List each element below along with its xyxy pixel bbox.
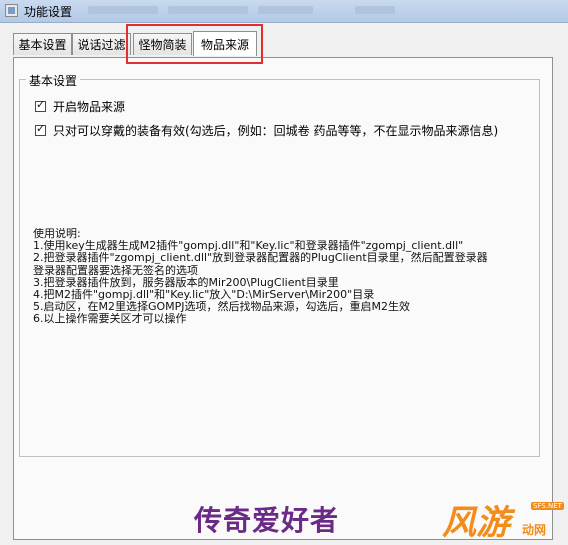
wearable-only-checkbox[interactable] <box>35 122 46 136</box>
title-blurred-text <box>355 6 395 14</box>
wearable-only-label: 只对可以穿戴的装备有效(勾选后，例如：回城卷 药品等等，不在显示物品来源信息) <box>53 124 499 138</box>
tab-speech-filter[interactable]: 说话过滤 <box>72 33 131 55</box>
usage-instructions: 使用说明: 1.使用key生成器生成M2插件"gompj.dll"和"Key.l… <box>33 228 543 326</box>
instruction-line: 登录器配置器要选择无签名的选项 <box>33 264 198 277</box>
title-blurred-text <box>168 6 248 14</box>
tab-label: 基本设置 <box>18 38 67 52</box>
watermark-text: 传奇爱好者 <box>194 504 340 537</box>
enable-item-source-option[interactable]: 开启物品来源 <box>35 98 125 115</box>
tab-strip: 基本设置 说话过滤 怪物简装 物品来源 <box>13 31 565 57</box>
tab-basic-settings[interactable]: 基本设置 <box>13 33 72 55</box>
instruction-line: 1.使用key生成器生成M2插件"gompj.dll"和"Key.lic"和登录… <box>33 240 464 253</box>
enable-item-source-checkbox[interactable] <box>35 98 46 112</box>
window-title: 功能设置 <box>24 5 73 19</box>
watermark-badge: SFS.NET <box>531 502 564 510</box>
watermark-logo-sub: 动网 <box>522 523 547 537</box>
tab-label: 说话过滤 <box>77 38 126 52</box>
instruction-line: 使用说明: <box>33 228 81 240</box>
red-highlight-box <box>126 24 263 64</box>
watermark-logo: 风游 <box>442 503 510 543</box>
instruction-line: 3.把登录器插件放到，服务器版本的Mir200\PlugClient目录里 <box>33 276 339 289</box>
enable-item-source-label: 开启物品来源 <box>53 100 126 114</box>
title-blurred-text <box>88 6 158 14</box>
instruction-line: 6.以上操作需要关区才可以操作 <box>33 313 187 326</box>
instruction-line: 2.把登录器插件"zgompj_client.dll"放到登录器配置器的Plug… <box>33 252 488 265</box>
title-bar: 功能设置 <box>0 0 568 23</box>
app-icon <box>5 4 18 17</box>
instruction-line: 4.把M2插件"gompj.dll"和"Key.lic"放入"D:\MirSer… <box>33 289 375 302</box>
wearable-only-option[interactable]: 只对可以穿戴的装备有效(勾选后，例如：回城卷 药品等等，不在显示物品来源信息) <box>35 122 498 139</box>
instruction-line: 5.启动区，在M2里选择GOMPJ选项，然后找物品来源，勾选后，重启M2生效 <box>33 301 411 314</box>
group-title: 基本设置 <box>26 72 81 89</box>
title-blurred-text <box>258 6 313 14</box>
